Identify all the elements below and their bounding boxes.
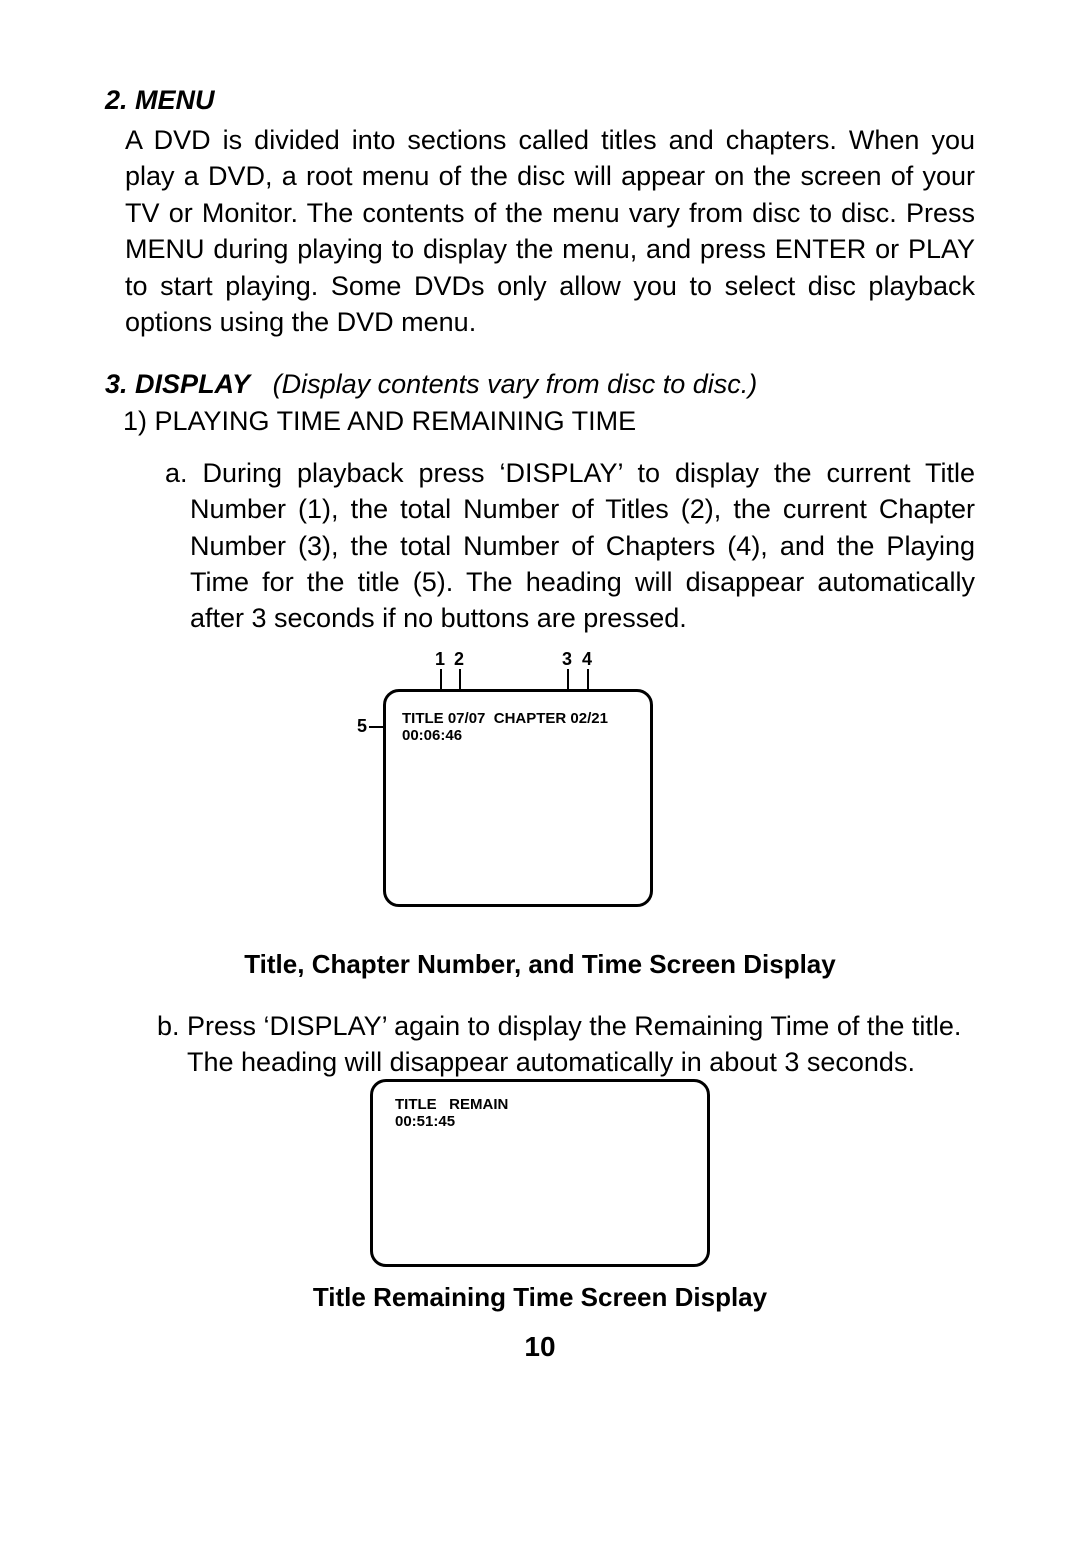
figure-2: TITLE REMAIN 00:51:45 [105,1083,975,1272]
callout-4: 4 [582,649,592,670]
callout-2-tick [459,669,461,691]
section-2-label: MENU [135,85,215,115]
osd1-title-total: 07 [469,710,486,727]
figure-1-caption: Title, Chapter Number, and Time Screen D… [105,949,975,980]
osd1-chapter-current: 02 [570,710,587,727]
callout-5: 5 [357,716,367,737]
figure-2-osd: TITLE REMAIN 00:51:45 [395,1096,508,1131]
figure-1-screen: TITLE 07/07 CHAPTER 02/21 00:06:46 [383,689,653,907]
section-3-heading: 3. DISPLAY (Display contents vary from d… [105,369,975,400]
page-number: 10 [105,1331,975,1363]
osd2-line2: 00:51:45 [395,1113,455,1130]
item-b-text: b. Press ‘DISPLAY’ again to display the … [157,1008,975,1081]
section-2-body: A DVD is divided into sections called ti… [125,122,975,341]
osd1-title-label: TITLE [402,710,444,727]
osd1-time: 00:06:46 [402,727,462,744]
section-3-item-b: b. Press ‘DISPLAY’ again to display the … [157,1008,975,1081]
osd1-title-current: 07 [448,710,465,727]
section-3-note: (Display contents vary from disc to disc… [273,369,758,399]
section-3-number: 3. [105,369,128,399]
section-3: 3. DISPLAY (Display contents vary from d… [105,369,975,1363]
callout-4-tick [587,669,589,691]
figure-1: 1 2 3 4 5 TITLE 07/07 CHAPTER 02/21 00:0… [105,649,975,949]
item-a-text: a. During playback press ‘DISPLAY’ to di… [165,455,975,637]
callout-1-tick [440,669,442,691]
callout-3-tick [567,669,569,691]
figure-1-osd: TITLE 07/07 CHAPTER 02/21 00:06:46 [402,710,608,745]
figure-2-screen: TITLE REMAIN 00:51:45 [370,1079,710,1267]
section-3-item-a: a. During playback press ‘DISPLAY’ to di… [165,455,975,637]
section-3-label: DISPLAY [135,369,250,399]
osd1-chapter-total: 21 [591,710,608,727]
osd2-line1: TITLE REMAIN [395,1096,508,1113]
osd1-chapter-label: CHAPTER [494,710,567,727]
section-3-sub1: 1) PLAYING TIME AND REMAINING TIME [123,406,975,437]
section-2-heading: 2. MENU [105,85,975,116]
figure-2-caption: Title Remaining Time Screen Display [105,1282,975,1313]
callout-2: 2 [454,649,464,670]
callout-1: 1 [435,649,445,670]
callout-3: 3 [562,649,572,670]
section-2-number: 2. [105,85,128,115]
manual-page: 2. MENU A DVD is divided into sections c… [105,85,975,1391]
